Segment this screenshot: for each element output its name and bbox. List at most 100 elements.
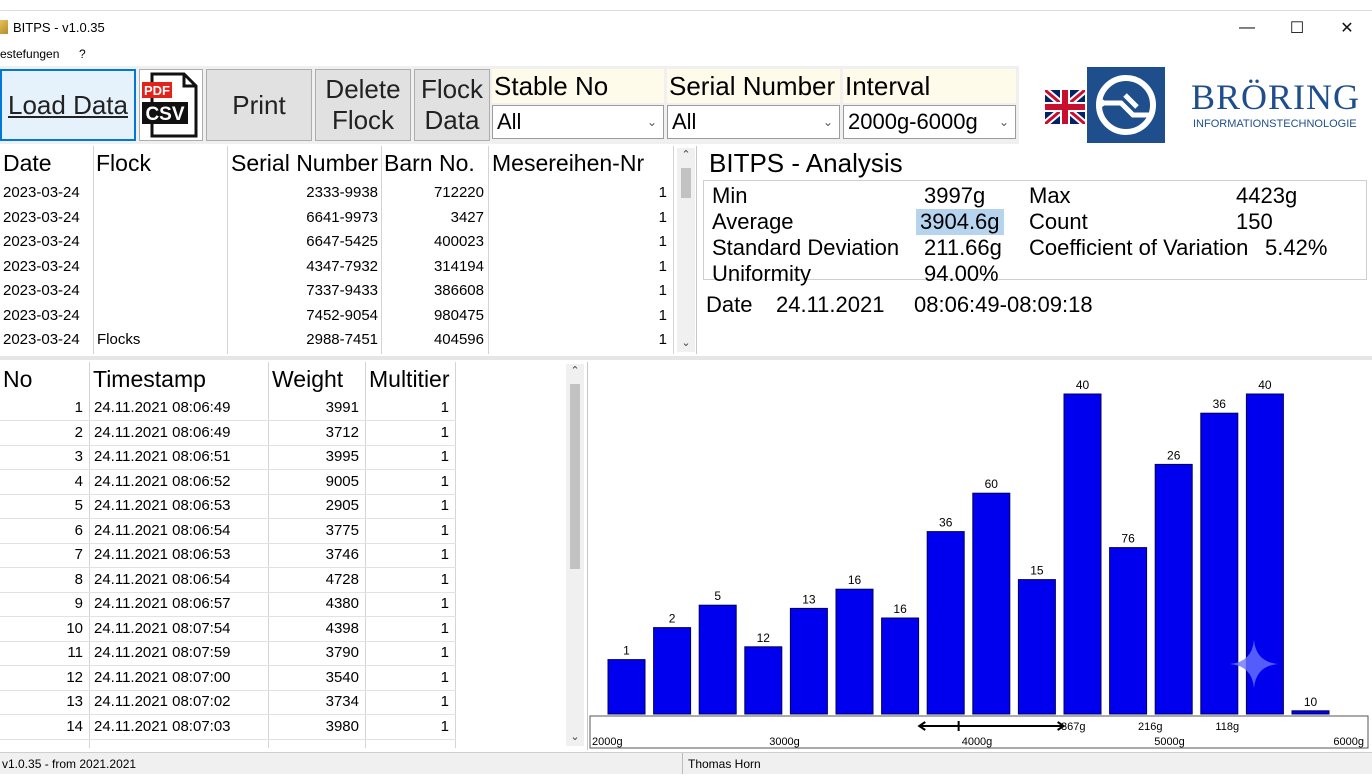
table-row[interactable]: 2023-03-24 4347-7932 314194 1 [0, 255, 696, 280]
table-row[interactable]: 12 24.11.2021 08:07:00 3540 1 [0, 666, 456, 691]
bar-value-label: 76 [1121, 532, 1135, 546]
delete-flock-button[interactable]: Delete Flock [315, 69, 411, 141]
table-row[interactable]: 11 24.11.2021 08:07:59 3790 1 [0, 641, 456, 666]
chevron-down-icon: ⌄ [822, 115, 833, 129]
bar-value-label: 40 [1076, 378, 1090, 392]
maximize-button[interactable]: ☐ [1272, 11, 1322, 45]
col-mesereihen-nr[interactable]: Mesereihen-Nr [492, 150, 644, 177]
col-flock[interactable]: Flock [96, 150, 151, 177]
scroll-down-icon[interactable]: ⌄ [677, 336, 695, 352]
histogram-bar [1200, 412, 1239, 715]
histogram-bar [744, 646, 783, 715]
bar-value-label: 16 [893, 602, 907, 616]
flock-table-header: Date Flock Serial Number Barn No. Mesere… [0, 146, 696, 182]
table-row[interactable]: 5 24.11.2021 08:06:53 2905 1 [0, 494, 456, 519]
table-row[interactable]: 6 24.11.2021 08:06:54 3775 1 [0, 519, 456, 544]
menu-settings[interactable]: estefungen [0, 47, 59, 61]
load-data-label: Load Data [8, 89, 128, 120]
serial-label: Serial Number [667, 69, 840, 103]
scroll-up-icon[interactable]: ⌃ [566, 364, 584, 380]
table-row[interactable]: 2023-03-24 2333-9938 712220 1 [0, 181, 696, 206]
histogram-bar [1109, 547, 1148, 715]
weights-table-scrollbar[interactable]: ⌃ ⌄ [566, 364, 584, 746]
spread-label: 216g [1138, 721, 1162, 733]
table-row[interactable]: 8 24.11.2021 08:06:54 4728 1 [0, 568, 456, 593]
table-row[interactable]: 2023-03-24 7452-9054 980475 1 [0, 304, 696, 329]
serial-select[interactable]: All ⌄ [667, 105, 840, 139]
std-dev-label: Standard Deviation [712, 235, 900, 260]
serial-filter: Serial Number All ⌄ [667, 69, 840, 141]
table-row[interactable]: 2023-03-24 6641-9973 3427 1 [0, 206, 696, 231]
col-barn-no[interactable]: Barn No. [384, 150, 475, 177]
spread-label: 118g [1215, 721, 1239, 733]
interval-select[interactable]: 2000g-6000g ⌄ [843, 105, 1016, 139]
date-label: Date [706, 292, 753, 317]
table-row[interactable]: 2023-03-24 Flocks 2988-7451 404596 1 [0, 328, 696, 353]
logo-area: BRÖRING INFORMATIONSTECHNOLOGIE [1019, 66, 1372, 144]
bar-value-label: 10 [1304, 695, 1318, 709]
date-value: 24.11.2021 [776, 292, 885, 317]
histogram-bar [972, 492, 1011, 715]
table-row[interactable]: 3 24.11.2021 08:06:51 3995 1 [0, 445, 456, 470]
col-no[interactable]: No [3, 366, 32, 393]
scroll-up-icon[interactable]: ⌃ [677, 148, 695, 164]
time-range-value: 08:06:49-08:09:18 [914, 292, 1093, 317]
bar-value-label: 40 [1258, 378, 1272, 392]
std-dev-value: 211.66g [924, 235, 1002, 260]
bar-value-label: 60 [985, 477, 999, 491]
delete-flock-label-2: Flock [331, 105, 395, 135]
flock-data-button[interactable]: Flock Data [414, 69, 490, 141]
uk-flag-icon[interactable] [1045, 90, 1085, 124]
uniformity-value: 94.00% [924, 261, 999, 286]
table-row[interactable]: 7 24.11.2021 08:06:53 3746 1 [0, 543, 456, 568]
flock-table-scrollbar[interactable]: ⌃ ⌄ [677, 148, 695, 352]
table-row[interactable]: 14 24.11.2021 08:07:03 3980 1 [0, 715, 456, 740]
col-serial-number[interactable]: Serial Number [231, 150, 378, 177]
table-row[interactable]: 2023-03-24 6647-5425 400023 1 [0, 230, 696, 255]
chevron-down-icon: ⌄ [998, 115, 1009, 129]
delete-flock-label-1: Delete [325, 74, 401, 104]
histogram-bar [1154, 463, 1193, 715]
minimize-button[interactable]: — [1222, 11, 1272, 45]
menu-help[interactable]: ? [79, 47, 86, 61]
print-button[interactable]: Print [206, 69, 312, 141]
table-row[interactable]: 10 24.11.2021 08:07:54 4398 1 [0, 617, 456, 642]
interval-filter: Interval 2000g-6000g ⌄ [843, 69, 1016, 141]
table-row[interactable]: 13 24.11.2021 08:07:02 3734 1 [0, 690, 456, 715]
title-bar: BITPS - v1.0.35 — ☐ ✕ [0, 10, 1372, 44]
table-row[interactable]: 9 24.11.2021 08:06:57 4380 1 [0, 592, 456, 617]
table-row[interactable]: 1 24.11.2021 08:06:49 3991 1 [0, 396, 456, 421]
export-csv-pdf-button[interactable]: PDF CSV [139, 69, 203, 141]
scrollbar-thumb[interactable] [681, 168, 691, 198]
col-date[interactable]: Date [3, 150, 52, 177]
count-value: 150 [1236, 209, 1273, 234]
cv-value: 5.42% [1265, 235, 1328, 260]
chevron-down-icon: ⌄ [646, 115, 657, 129]
table-row[interactable]: 2023-03-24 7337-9433 386608 1 [0, 279, 696, 304]
status-bar: v1.0.35 - from 2021.2021 Thomas Horn [0, 752, 1372, 775]
col-multitier[interactable]: Multitier [369, 366, 450, 393]
histogram-bar [1291, 710, 1330, 715]
table-row[interactable]: 2 24.11.2021 08:06:49 3712 1 [0, 421, 456, 446]
interval-select-value: 2000g-6000g [848, 109, 978, 134]
interval-label: Interval [843, 69, 1016, 103]
histogram-bar [653, 627, 692, 715]
bar-value-label: 12 [757, 631, 771, 645]
scrollbar-thumb[interactable] [570, 384, 580, 569]
x-tick-label: 3000g [769, 736, 800, 748]
scroll-down-icon[interactable]: ⌄ [566, 730, 584, 746]
x-tick-label: 6000g [1333, 736, 1364, 748]
min-value: 3997g [924, 183, 986, 208]
stable-select[interactable]: All ⌄ [492, 105, 664, 139]
col-timestamp[interactable]: Timestamp [93, 366, 206, 393]
analysis-title: BITPS - Analysis [709, 148, 903, 178]
csv-badge-label: CSV [145, 104, 184, 125]
status-user: Thomas Horn [688, 757, 761, 771]
close-button[interactable]: ✕ [1322, 11, 1372, 45]
status-version: v1.0.35 - from 2021.2021 [2, 757, 137, 771]
x-tick-label: 2000g [592, 736, 623, 748]
load-data-button[interactable]: Load Data [0, 69, 136, 141]
col-weight[interactable]: Weight [272, 366, 343, 393]
table-row[interactable]: 4 24.11.2021 08:06:52 9005 1 [0, 470, 456, 495]
analysis-panel: BITPS - Analysis Min 3997g Max 4423g Ave… [701, 146, 1372, 354]
